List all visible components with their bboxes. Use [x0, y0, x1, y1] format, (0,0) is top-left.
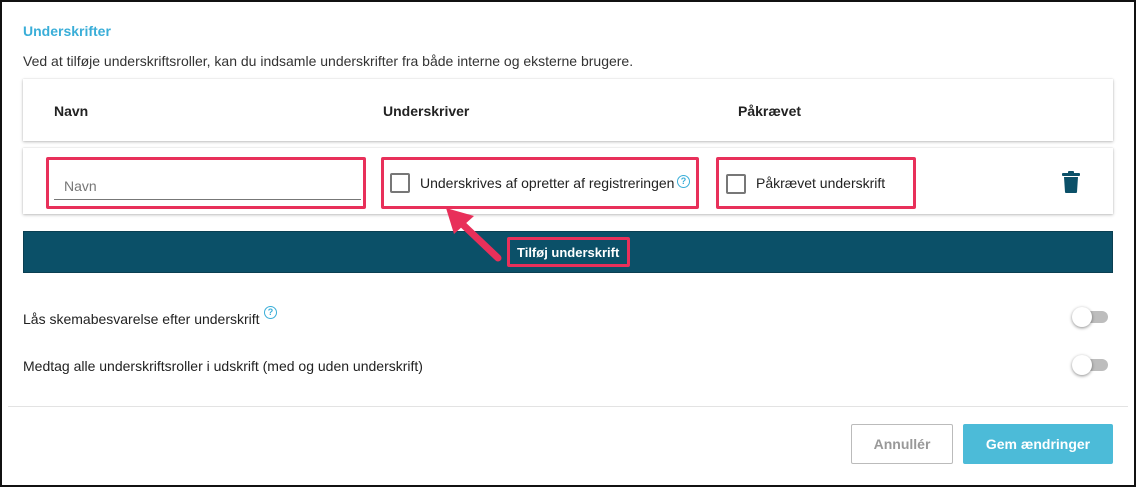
include-roles-label: Medtag alle underskriftsroller i udskrif… [23, 358, 423, 374]
column-header-signer: Underskriver [383, 103, 470, 119]
pointer-arrow-icon [446, 208, 502, 262]
section-description: Ved at tilføje underskriftsroller, kan d… [23, 53, 634, 69]
help-icon[interactable]: ? [264, 306, 277, 319]
column-header-name: Navn [54, 103, 89, 119]
highlight-signer-field [381, 157, 699, 209]
table-header [23, 79, 1113, 141]
lock-form-label: Lås skemabesvarelse efter underskrift [23, 311, 260, 327]
include-roles-toggle[interactable] [1072, 355, 1108, 375]
highlight-required-field [716, 157, 916, 209]
column-header-required: Påkrævet [738, 103, 802, 119]
cancel-button[interactable]: Annullér [851, 424, 953, 464]
save-button[interactable]: Gem ændringer [963, 424, 1113, 464]
section-title: Underskrifter [23, 23, 111, 39]
highlight-add-button [507, 237, 630, 267]
highlight-name-field [46, 157, 366, 209]
footer-divider [8, 406, 1128, 407]
trash-icon[interactable] [1062, 171, 1080, 193]
lock-form-toggle[interactable] [1072, 307, 1108, 327]
